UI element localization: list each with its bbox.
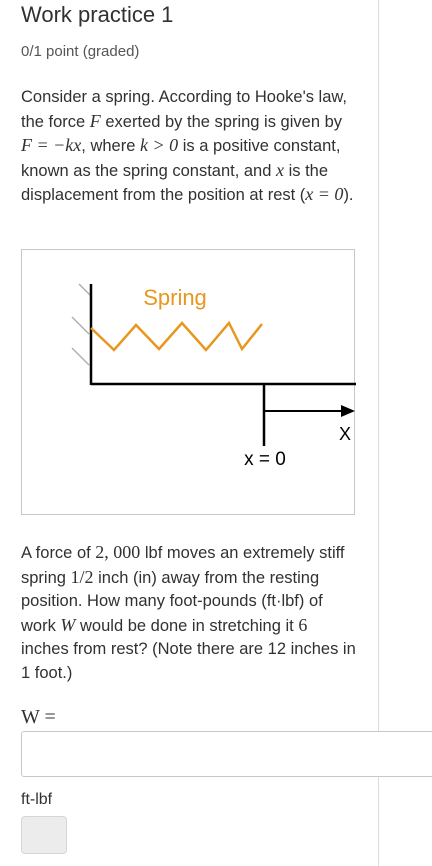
spring-diagram: Spring X x = 0 xyxy=(21,249,356,515)
wall-hatch xyxy=(78,283,92,297)
math-half-inch: 1/2 xyxy=(70,566,94,587)
math-k-positive: k > 0 xyxy=(139,135,179,155)
answer-unit: ft-lbf xyxy=(21,791,53,808)
wall-hatch xyxy=(71,316,90,335)
math-W: W xyxy=(60,614,76,635)
x-axis-label: X xyxy=(339,424,351,444)
origin-label: x = 0 xyxy=(244,449,286,470)
x-axis-arrowhead xyxy=(341,405,355,417)
math-F: F xyxy=(89,110,101,131)
math-six: 6 xyxy=(298,614,308,635)
math-hookes-law: F = −kx xyxy=(21,135,82,155)
spring-coil xyxy=(90,320,263,352)
wall-hatch xyxy=(71,347,90,366)
math-x: x xyxy=(276,159,284,180)
math-x-zero: x = 0 xyxy=(305,184,344,204)
problem-question: A force of 2, 000 lbf moves an extremely… xyxy=(21,542,356,682)
problem-intro: Consider a spring. According to Hooke's … xyxy=(21,88,354,204)
answer-input[interactable] xyxy=(21,731,432,777)
problem-title: Work practice 1 xyxy=(21,2,174,27)
spring-label: Spring xyxy=(143,285,207,310)
answer-label: W = xyxy=(21,706,56,728)
spring-diagram-svg: Spring X x = 0 xyxy=(71,283,356,470)
submit-button[interactable] xyxy=(21,816,67,854)
math-force-value: 2, 000 xyxy=(95,542,141,562)
points-status: 0/1 point (graded) xyxy=(21,43,140,60)
